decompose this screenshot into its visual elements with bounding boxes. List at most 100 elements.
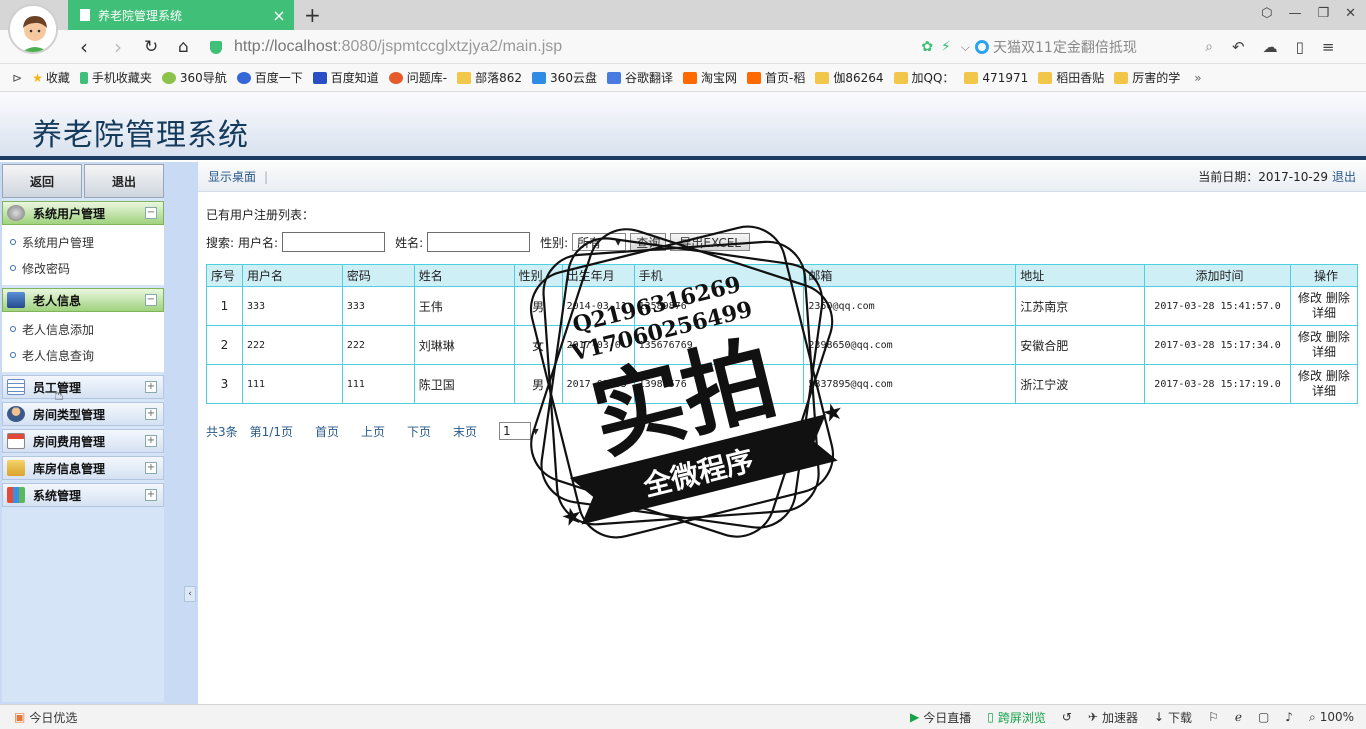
- column-header: 密码: [341, 264, 415, 287]
- back-icon[interactable]: ‹: [80, 35, 88, 59]
- lightning-icon[interactable]: ⚡: [941, 39, 951, 55]
- phone-icon[interactable]: ▯: [1296, 38, 1304, 56]
- cell-index: 2: [206, 325, 243, 365]
- chevron-down-icon[interactable]: ⌵: [961, 40, 970, 55]
- zoom-control[interactable]: ⌕ 100%: [1309, 710, 1354, 725]
- ie-icon[interactable]: ℯ: [1235, 710, 1242, 724]
- cell-username: 111: [241, 364, 343, 404]
- bookmark-item[interactable]: 百度知道: [312, 69, 379, 86]
- refresh-icon[interactable]: ↺: [1062, 710, 1072, 724]
- minimize-icon[interactable]: —: [1288, 6, 1301, 21]
- bookmark-item[interactable]: ★ 收藏: [32, 69, 70, 86]
- cloud-icon[interactable]: ☁: [1263, 38, 1278, 56]
- download-button[interactable]: ↓ 下载: [1154, 709, 1192, 726]
- bookmark-item[interactable]: 谷歌翻译: [606, 69, 673, 86]
- menu-group-elderly-info[interactable]: 老人信息 −: [2, 288, 164, 312]
- delete-link[interactable]: 删除: [1326, 291, 1350, 305]
- navigation-bar: ‹ › ↻ ⌂ http://localhost:8080/jspmtccglx…: [0, 30, 1366, 64]
- next-page-link[interactable]: 下页: [407, 423, 431, 440]
- menu-group-storage[interactable]: 库房信息管理 +: [2, 456, 164, 480]
- bookmark-item[interactable]: 部落862: [457, 69, 522, 86]
- edit-link[interactable]: 修改: [1298, 291, 1322, 305]
- collapse-sidebar-icon[interactable]: ‹: [184, 586, 196, 602]
- cross-screen-button[interactable]: ▯ 跨屏浏览: [987, 709, 1046, 726]
- skin-icon[interactable]: ⬡: [1261, 6, 1272, 21]
- bookmark-item[interactable]: 淘宝网: [682, 69, 737, 86]
- bookmark-item[interactable]: 首页-稻: [746, 69, 805, 86]
- search-icon[interactable]: ⌕: [1205, 39, 1213, 55]
- menu-item-elderly-query[interactable]: 老人信息查询: [2, 342, 164, 368]
- forward-icon[interactable]: ›: [114, 35, 122, 59]
- back-button[interactable]: 返回: [2, 164, 82, 198]
- menu-group-system-users[interactable]: 系统用户管理 −: [2, 201, 164, 225]
- expand-icon[interactable]: +: [145, 435, 157, 447]
- flag-icon[interactable]: ⚐: [1208, 710, 1219, 724]
- column-header: 操作: [1289, 264, 1359, 287]
- bookmark-item[interactable]: 360导航: [161, 69, 227, 86]
- delete-link[interactable]: 删除: [1326, 369, 1350, 383]
- delete-link[interactable]: 删除: [1326, 330, 1350, 344]
- username-input[interactable]: [282, 232, 386, 252]
- menu-group-room-types[interactable]: 房间类型管理 +: [2, 402, 164, 426]
- detail-link[interactable]: 详细: [1312, 345, 1336, 359]
- show-desktop-link[interactable]: 显示桌面: [208, 168, 256, 185]
- last-page-link[interactable]: 末页: [453, 423, 477, 440]
- first-page-link[interactable]: 首页: [315, 423, 339, 440]
- bookmark-item[interactable]: 稻田香贴: [1038, 69, 1104, 86]
- folder-icon: [1038, 71, 1053, 84]
- question-icon: [388, 71, 403, 84]
- window-controls: ⬡ — ❐ ✕: [1261, 6, 1356, 21]
- menu-item-elderly-add[interactable]: 老人信息添加: [2, 316, 164, 342]
- edit-link[interactable]: 修改: [1298, 330, 1322, 344]
- menu-icon[interactable]: ≡: [1322, 38, 1335, 56]
- home-icon[interactable]: ⌂: [178, 37, 189, 57]
- expand-icon[interactable]: +: [145, 489, 157, 501]
- close-window-icon[interactable]: ✕: [1345, 6, 1356, 21]
- menu-item-system-users[interactable]: 系统用户管理: [2, 229, 164, 255]
- collapse-icon[interactable]: −: [145, 207, 157, 219]
- menu-group-room-fees[interactable]: 房间费用管理 +: [2, 429, 164, 453]
- cell-name: 陈卫国: [413, 364, 515, 404]
- bookmark-item[interactable]: 加QQ：: [893, 69, 954, 86]
- undo-icon[interactable]: ↶: [1232, 38, 1245, 56]
- bookmark-item[interactable]: 360云盘: [532, 69, 597, 86]
- bookmark-item[interactable]: 471971: [964, 71, 1028, 85]
- bookmark-item[interactable]: 厉害的学: [1114, 69, 1180, 86]
- sidebar-toggle-icon[interactable]: ⊳: [12, 71, 22, 85]
- bookmark-item[interactable]: 手机收藏夹: [79, 69, 152, 86]
- bookmark-item[interactable]: 伽86264: [815, 69, 884, 86]
- live-button[interactable]: ▶ 今日直播: [910, 709, 971, 726]
- expand-icon[interactable]: +: [145, 462, 157, 474]
- logout-link[interactable]: 退出: [1332, 170, 1356, 184]
- more-bookmarks-icon[interactable]: »: [1194, 71, 1201, 85]
- expand-icon[interactable]: +: [145, 381, 157, 393]
- reload-icon[interactable]: ↻: [144, 37, 158, 57]
- browser-tab-active[interactable]: 养老院管理系统 ×: [68, 0, 294, 30]
- phone-icon: [79, 71, 88, 84]
- search-input[interactable]: 天猫双11定金翻倍抵现 ⌕: [975, 36, 1213, 58]
- speed-icon[interactable]: ✿: [921, 39, 933, 55]
- prev-page-link[interactable]: 上页: [361, 423, 385, 440]
- volume-icon[interactable]: ♪: [1285, 710, 1293, 724]
- collapse-icon[interactable]: −: [145, 294, 157, 306]
- window-icon[interactable]: ▢: [1258, 710, 1269, 724]
- accelerator-button[interactable]: ✈ 加速器: [1088, 709, 1138, 726]
- user-avatar[interactable]: [8, 4, 58, 54]
- menu-group-system[interactable]: 系统管理 +: [2, 483, 164, 507]
- detail-link[interactable]: 详细: [1312, 306, 1336, 320]
- edit-link[interactable]: 修改: [1298, 369, 1322, 383]
- restore-icon[interactable]: ❐: [1317, 6, 1329, 21]
- bookmark-item[interactable]: 问题库-: [388, 69, 447, 86]
- expand-icon[interactable]: +: [145, 408, 157, 420]
- status-bar: ▣ 今日优选 ▶ 今日直播 ▯ 跨屏浏览 ↺ ✈ 加速器 ↓ 下载 ⚐ ℯ ▢ ♪ ⌕ 1…: [0, 704, 1366, 729]
- detail-link[interactable]: 详细: [1312, 384, 1336, 398]
- menu-item-change-password[interactable]: 修改密码: [2, 255, 164, 281]
- today-picks[interactable]: ▣ 今日优选: [14, 709, 77, 726]
- close-tab-icon[interactable]: ×: [264, 6, 294, 25]
- menu-group-staff[interactable]: 员工管理 +: [2, 375, 164, 399]
- address-bar[interactable]: http://localhost:8080/jspmtccglxtzjya2/m…: [210, 34, 970, 60]
- bookmark-item[interactable]: 百度一下: [236, 69, 303, 86]
- new-tab-icon[interactable]: +: [304, 3, 321, 27]
- sidebar: 返回 退出 系统用户管理 − 系统用户管理 修改密码 老人信息 − 老人信息添加…: [0, 162, 198, 704]
- exit-button[interactable]: 退出: [84, 164, 164, 198]
